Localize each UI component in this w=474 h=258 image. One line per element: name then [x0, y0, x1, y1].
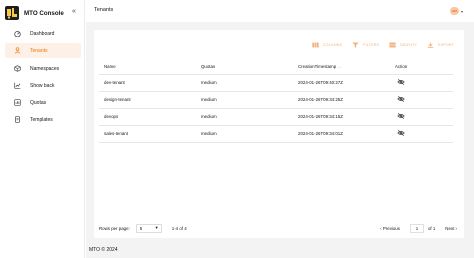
column-header-action: Action — [390, 60, 453, 75]
cell-name: sales-tenant — [99, 125, 196, 143]
table-row[interactable]: design-tenant medium 2024-01-26T09:34:25… — [99, 91, 453, 109]
chevron-down-icon: ▾ — [155, 225, 158, 230]
footer-text: MTO © 2024 — [89, 247, 118, 253]
tenants-card: COLUMNS FILTERS DENSITY EXPORT Name Quot… — [94, 30, 464, 238]
tenants-icon — [13, 47, 21, 55]
logo-icon — [5, 6, 19, 20]
previous-label: Previous — [382, 225, 400, 231]
sidebar-item-label: Templates — [30, 116, 53, 123]
cell-name: devops — [99, 108, 196, 126]
sidebar-item-label: Tenants — [30, 47, 48, 54]
column-header-name[interactable]: Name — [99, 60, 196, 75]
sidebar-item-label: Show back — [30, 82, 55, 89]
sidebar-item-label: Dashboard — [30, 30, 55, 37]
brand-name: MTO Console — [24, 9, 64, 17]
export-button[interactable]: EXPORT — [427, 42, 454, 48]
cell-timestamp: 2024-01-26T09:40:27Z — [293, 74, 390, 92]
avatar: AM — [450, 7, 459, 15]
sidebar-item-label: Quotas — [30, 99, 47, 106]
cell-quotas: medium — [196, 125, 293, 143]
cell-quotas: medium — [196, 91, 293, 109]
sidebar-item-quotas[interactable]: Quotas — [5, 95, 81, 110]
sidebar-item-namespaces[interactable]: Namespaces — [5, 61, 81, 76]
tenants-table: Name Quotas CreationTimestamp… Action de… — [99, 60, 453, 143]
export-label: EXPORT — [438, 43, 454, 47]
density-button[interactable]: DENSITY — [389, 42, 417, 48]
quotas-icon — [13, 99, 21, 107]
pagination-controls: ‹ Previous 1 of 1 Next › — [380, 223, 457, 233]
page-count-label: of 1 — [427, 225, 436, 231]
showback-icon — [13, 82, 21, 90]
columns-button[interactable]: COLUMNS — [312, 42, 342, 48]
filter-icon — [352, 42, 359, 48]
cell-timestamp: 2024-01-26T09:34:01Z — [293, 125, 390, 143]
column-header-timestamp-label: CreationTimestamp — [298, 64, 337, 70]
page-number-input[interactable]: 1 — [409, 223, 424, 233]
rows-per-page-label: Rows per page: — [99, 225, 130, 231]
sort-icon: … — [337, 64, 342, 70]
page-title: Tenants — [94, 7, 114, 13]
cell-action — [390, 91, 453, 109]
next-label: Next — [445, 225, 455, 231]
density-icon — [389, 42, 396, 48]
grid-toolbar: COLUMNS FILTERS DENSITY EXPORT — [312, 42, 454, 48]
cell-action — [390, 74, 453, 92]
filters-button[interactable]: FILTERS — [352, 42, 379, 48]
sidebar-item-showback[interactable]: Show back — [5, 78, 81, 93]
filters-label: FILTERS — [363, 43, 380, 47]
sidebar-item-templates[interactable]: Templates — [5, 112, 81, 127]
rows-per-page-select[interactable]: 5 ▾ — [135, 223, 162, 233]
sidebar: MTO Console « Dashboard Tenants Namespac… — [0, 0, 85, 258]
cell-name: dev-tenant — [99, 74, 196, 92]
download-icon — [427, 42, 434, 48]
cell-quotas: medium — [196, 108, 293, 126]
namespaces-icon — [13, 65, 21, 73]
user-menu-button[interactable]: AM ▾ — [450, 7, 465, 15]
eye-slash-icon[interactable] — [397, 78, 405, 86]
cell-name: design-tenant — [99, 91, 196, 109]
table-row[interactable]: devops medium 2024-01-26T09:34:15Z — [99, 108, 453, 126]
cell-timestamp: 2024-01-26T09:34:15Z — [293, 108, 390, 126]
pagination: Rows per page: 5 ▾ 1-4 of 4 ‹ Previous 1… — [99, 223, 457, 233]
previous-page-button[interactable]: ‹ Previous — [380, 226, 400, 231]
eye-slash-icon[interactable] — [397, 95, 405, 103]
chevron-down-icon: ▾ — [461, 8, 464, 14]
dashboard-icon — [13, 30, 21, 38]
sidebar-item-dashboard[interactable]: Dashboard — [5, 26, 81, 41]
next-page-button[interactable]: Next › — [445, 226, 457, 231]
eye-slash-icon[interactable] — [397, 129, 405, 137]
table-header-row: Name Quotas CreationTimestamp… Action — [99, 60, 453, 75]
cell-action — [390, 125, 453, 143]
columns-label: COLUMNS — [322, 43, 343, 47]
top-header: Tenants AM ▾ — [86, 0, 474, 22]
columns-icon — [312, 42, 319, 48]
pagination-range: 1-4 of 4 — [171, 225, 187, 231]
footer: MTO © 2024 — [86, 242, 474, 258]
cell-timestamp: 2024-01-26T09:34:25Z — [293, 91, 390, 109]
rows-per-page-value: 5 — [139, 225, 143, 231]
sidebar-item-label: Namespaces — [30, 65, 60, 72]
density-label: DENSITY — [400, 43, 418, 47]
eye-slash-icon[interactable] — [397, 112, 405, 120]
column-header-timestamp[interactable]: CreationTimestamp… — [293, 60, 390, 75]
cell-quotas: medium — [196, 74, 293, 92]
collapse-sidebar-icon[interactable]: « — [72, 8, 76, 15]
table-row[interactable]: dev-tenant medium 2024-01-26T09:40:27Z — [99, 74, 453, 92]
cell-action — [390, 108, 453, 126]
column-header-quotas[interactable]: Quotas — [196, 60, 293, 75]
table-row[interactable]: sales-tenant medium 2024-01-26T09:34:01Z — [99, 125, 453, 143]
sidebar-item-tenants[interactable]: Tenants — [5, 43, 81, 58]
templates-icon — [13, 116, 21, 124]
